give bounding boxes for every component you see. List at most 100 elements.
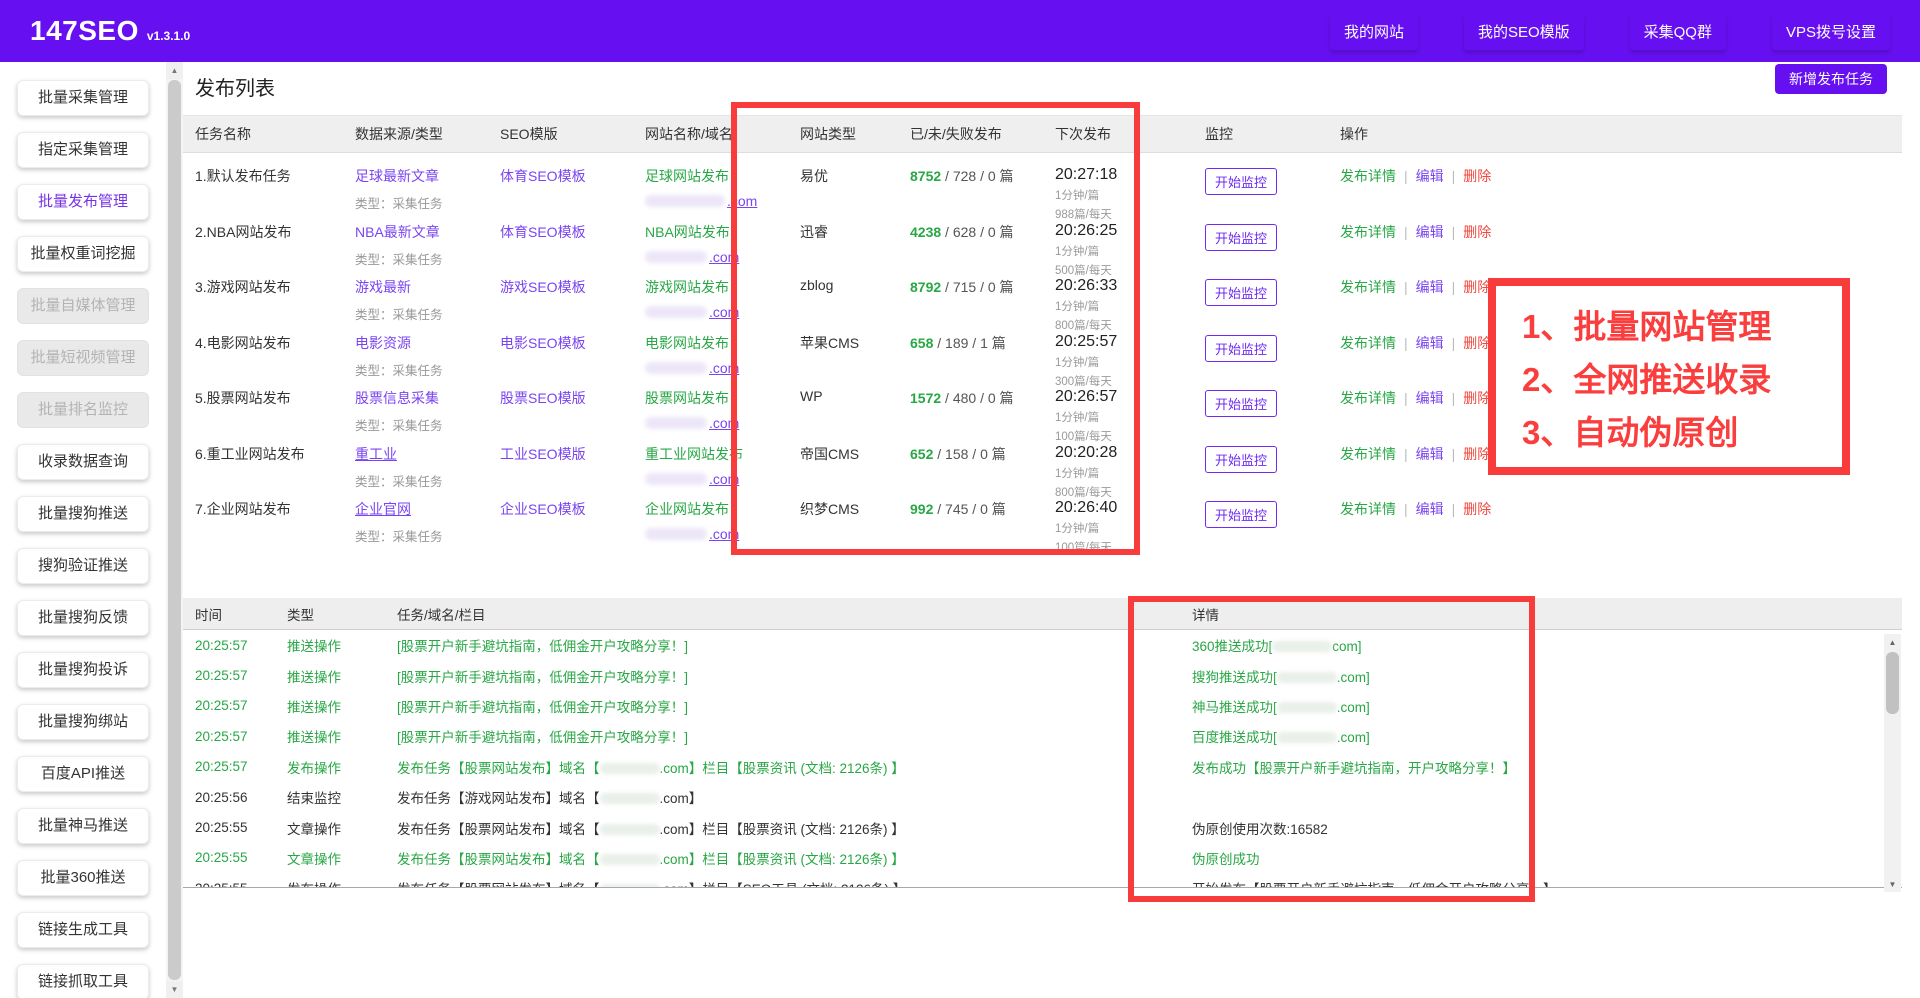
- log-type: 推送操作: [287, 635, 397, 655]
- scrollbar-thumb[interactable]: [168, 80, 181, 980]
- source-link[interactable]: 游戏最新: [355, 279, 411, 295]
- edit-link[interactable]: 编辑: [1416, 390, 1444, 406]
- published-count: 8752: [910, 168, 941, 184]
- log-task: 发布任务【股票网站发布】域名【.com】栏目【股票资讯 (文档: 2126条) …: [397, 757, 1192, 777]
- published-count: 992: [910, 501, 933, 517]
- template-link[interactable]: 工业SEO模版: [500, 446, 586, 462]
- nav-qq-group[interactable]: 采集QQ群: [1630, 13, 1726, 50]
- source-link[interactable]: 电影资源: [355, 335, 411, 351]
- start-monitor-button[interactable]: 开始监控: [1205, 446, 1277, 473]
- sidebar-item-sogou-feedback[interactable]: 批量搜狗反馈: [17, 600, 149, 636]
- cms-type: 易优: [800, 166, 910, 186]
- publish-rate: 1分钟/篇: [1055, 465, 1205, 481]
- edit-link[interactable]: 编辑: [1416, 335, 1444, 351]
- site-name: 重工业网站发布: [645, 444, 800, 464]
- publish-detail-link[interactable]: 发布详情: [1340, 168, 1396, 184]
- sidebar-item-index-query[interactable]: 收录数据查询: [17, 444, 149, 480]
- edit-link[interactable]: 编辑: [1416, 279, 1444, 295]
- template-link[interactable]: 电影SEO模板: [500, 335, 586, 351]
- template-link[interactable]: 游戏SEO模板: [500, 279, 586, 295]
- nav-my-sites[interactable]: 我的网站: [1330, 13, 1418, 50]
- log-detail: 神马推送成功[.com]: [1192, 696, 1902, 716]
- sidebar-item-batch-publish[interactable]: 批量发布管理: [17, 184, 149, 220]
- sidebar-item-sogou-push[interactable]: 批量搜狗推送: [17, 496, 149, 532]
- sidebar-item-sogou-verify-push[interactable]: 搜狗验证推送: [17, 548, 149, 584]
- nav-vps-dial-settings[interactable]: VPS拨号设置: [1772, 13, 1890, 50]
- delete-link[interactable]: 删除: [1463, 224, 1491, 240]
- redacted-domain: [645, 195, 725, 207]
- publish-detail-link[interactable]: 发布详情: [1340, 279, 1396, 295]
- scroll-up-icon[interactable]: ▲: [1884, 634, 1901, 650]
- sidebar-item-360-push[interactable]: 批量360推送: [17, 860, 149, 896]
- sidebar-item-keyword-mining[interactable]: 批量权重词挖掘: [17, 236, 149, 272]
- publish-detail-link[interactable]: 发布详情: [1340, 390, 1396, 406]
- redacted-domain: [600, 793, 660, 804]
- sidebar-item-baidu-api-push[interactable]: 百度API推送: [17, 756, 149, 792]
- domain-link[interactable]: .com: [709, 304, 739, 320]
- source-link[interactable]: 重工业: [355, 446, 397, 462]
- task-name: 1.默认发布任务: [195, 166, 355, 186]
- scroll-up-icon[interactable]: ▲: [166, 62, 183, 79]
- edit-link[interactable]: 编辑: [1416, 501, 1444, 517]
- template-link[interactable]: 企业SEO模板: [500, 501, 586, 517]
- task-type-label: 类型：采集任务: [355, 360, 500, 379]
- action-separator: |: [1404, 335, 1408, 351]
- daily-quota: 988篇/每天: [1055, 206, 1205, 222]
- domain-link[interactable]: .com: [709, 360, 739, 376]
- sidebar-item-batch-collect[interactable]: 批量采集管理: [17, 80, 149, 116]
- publish-detail-link[interactable]: 发布详情: [1340, 335, 1396, 351]
- start-monitor-button[interactable]: 开始监控: [1205, 390, 1277, 417]
- source-link[interactable]: NBA最新文章: [355, 224, 440, 240]
- site-name: 股票网站发布: [645, 388, 800, 408]
- publish-detail-link[interactable]: 发布详情: [1340, 446, 1396, 462]
- publish-detail-link[interactable]: 发布详情: [1340, 501, 1396, 517]
- add-publish-task-button[interactable]: 新增发布任务: [1775, 64, 1887, 94]
- template-link[interactable]: 股票SEO模版: [500, 390, 586, 406]
- domain-link[interactable]: .com: [709, 471, 739, 487]
- template-link[interactable]: 体育SEO模板: [500, 168, 586, 184]
- delete-link[interactable]: 删除: [1463, 168, 1491, 184]
- scroll-down-icon[interactable]: ▼: [166, 981, 183, 998]
- start-monitor-button[interactable]: 开始监控: [1205, 279, 1277, 306]
- daily-quota: 100篇/每天: [1055, 539, 1205, 555]
- domain-link[interactable]: .com: [709, 526, 739, 542]
- sidebar-item-shenma-push[interactable]: 批量神马推送: [17, 808, 149, 844]
- log-task: 发布任务【股票网站发布】域名【.com】栏目【股票资讯 (文档: 2126条) …: [397, 848, 1192, 868]
- sidebar-scrollbar[interactable]: ▲ ▼: [166, 62, 183, 998]
- cms-type: 迅睿: [800, 222, 910, 242]
- col-publish-counts: 已/未/失败发布: [910, 124, 1055, 144]
- sidebar-item-link-grab[interactable]: 链接抓取工具: [17, 964, 149, 998]
- start-monitor-button[interactable]: 开始监控: [1205, 224, 1277, 251]
- source-link[interactable]: 股票信息采集: [355, 390, 439, 406]
- top-bar: 147SEO v1.3.1.0 我的网站 我的SEO模版 采集QQ群 VPS拨号…: [0, 0, 1920, 62]
- log-detail: 搜狗推送成功[.com]: [1192, 666, 1902, 686]
- domain-link[interactable]: .com: [727, 193, 757, 209]
- start-monitor-button[interactable]: 开始监控: [1205, 501, 1277, 528]
- failed-count: 0: [988, 168, 996, 184]
- sidebar-item-sogou-bind[interactable]: 批量搜狗绑站: [17, 704, 149, 740]
- scrollbar-thumb[interactable]: [1886, 652, 1899, 714]
- template-link[interactable]: 体育SEO模板: [500, 224, 586, 240]
- domain-link[interactable]: .com: [709, 415, 739, 431]
- publish-rate: 1分钟/篇: [1055, 354, 1205, 370]
- log-scrollbar[interactable]: ▲ ▼: [1884, 634, 1901, 892]
- count-unit: 篇: [988, 501, 1006, 517]
- source-link[interactable]: 企业官网: [355, 501, 411, 517]
- edit-link[interactable]: 编辑: [1416, 224, 1444, 240]
- start-monitor-button[interactable]: 开始监控: [1205, 335, 1277, 362]
- daily-quota: 300篇/每天: [1055, 373, 1205, 389]
- scroll-down-icon[interactable]: ▼: [1884, 876, 1901, 892]
- sidebar-item-link-generate[interactable]: 链接生成工具: [17, 912, 149, 948]
- publish-detail-link[interactable]: 发布详情: [1340, 224, 1396, 240]
- count-separator: /: [933, 501, 945, 517]
- edit-link[interactable]: 编辑: [1416, 168, 1444, 184]
- edit-link[interactable]: 编辑: [1416, 446, 1444, 462]
- source-link[interactable]: 足球最新文章: [355, 168, 439, 184]
- nav-my-seo-templates[interactable]: 我的SEO模版: [1464, 13, 1584, 50]
- sidebar-item-specified-collect[interactable]: 指定采集管理: [17, 132, 149, 168]
- daily-quota: 100篇/每天: [1055, 428, 1205, 444]
- delete-link[interactable]: 删除: [1463, 501, 1491, 517]
- domain-link[interactable]: .com: [709, 249, 739, 265]
- start-monitor-button[interactable]: 开始监控: [1205, 168, 1277, 195]
- sidebar-item-sogou-complaint[interactable]: 批量搜狗投诉: [17, 652, 149, 688]
